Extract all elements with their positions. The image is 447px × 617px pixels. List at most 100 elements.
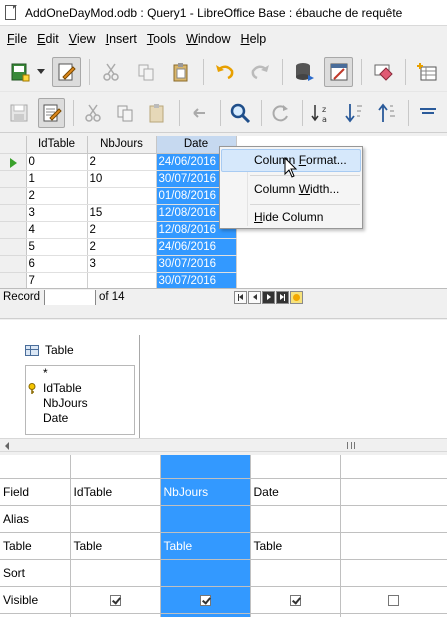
criteria-cell[interactable] xyxy=(160,613,251,617)
cell-date[interactable]: 24/06/2016 xyxy=(156,238,237,256)
cell-nbjours[interactable]: 2 xyxy=(87,221,157,239)
cell-nbjours[interactable]: 15 xyxy=(87,204,157,222)
menu-edit[interactable]: Edit xyxy=(32,27,64,51)
cell-idtable[interactable]: 2 xyxy=(26,187,88,205)
cut-button[interactable] xyxy=(96,57,125,87)
record-number-field[interactable] xyxy=(44,289,96,305)
new-document-button[interactable] xyxy=(6,57,35,87)
copy-data-button[interactable] xyxy=(112,98,138,128)
field-list-item[interactable]: Date xyxy=(43,411,134,426)
table-row[interactable]: 6 3 30/07/2016 xyxy=(0,255,237,273)
cell-nbjours[interactable]: 2 xyxy=(87,153,157,171)
menu-file[interactable]: File xyxy=(2,27,32,51)
menu-tools[interactable]: Tools xyxy=(142,27,181,51)
visible-checkbox[interactable] xyxy=(199,594,211,606)
row-selector[interactable] xyxy=(0,238,27,256)
redo-button[interactable] xyxy=(245,57,274,87)
column-header-idtable[interactable]: IdTable xyxy=(26,136,88,154)
visible-checkbox[interactable] xyxy=(109,594,121,606)
criteria-cell[interactable] xyxy=(250,613,341,617)
copy-button[interactable] xyxy=(131,57,160,87)
sort-cell[interactable] xyxy=(250,559,341,587)
visible-checkbox[interactable] xyxy=(289,594,301,606)
table-cell[interactable]: Table xyxy=(160,532,251,560)
table-window[interactable]: Table * IdTable NbJours Date xyxy=(21,335,138,435)
cell-idtable[interactable]: 3 xyxy=(26,204,88,222)
row-selector[interactable] xyxy=(0,153,27,171)
table-row[interactable]: 5 2 24/06/2016 xyxy=(0,238,237,256)
table-window-header[interactable]: Table xyxy=(21,335,138,365)
design-view-toggle-button[interactable] xyxy=(324,56,354,87)
horizontal-scrollbar[interactable] xyxy=(0,438,447,452)
scroll-left-icon[interactable] xyxy=(5,442,9,450)
menu-view[interactable]: View xyxy=(64,27,101,51)
paste-button[interactable] xyxy=(166,57,195,87)
new-record-button[interactable] xyxy=(290,290,303,304)
cell-nbjours[interactable] xyxy=(87,272,157,288)
cell-nbjours[interactable] xyxy=(87,187,157,205)
row-selector[interactable] xyxy=(0,170,27,188)
run-query-button[interactable] xyxy=(289,57,318,87)
row-selector[interactable] xyxy=(0,187,27,205)
row-selector[interactable] xyxy=(0,221,27,239)
field-cell[interactable] xyxy=(340,478,447,506)
undo-data-button[interactable] xyxy=(185,98,211,128)
sort-cell[interactable] xyxy=(160,559,251,587)
cell-date[interactable]: 30/07/2016 xyxy=(156,255,237,273)
table-row[interactable]: 4 2 12/08/2016 xyxy=(0,221,237,239)
table-row[interactable]: 3 15 12/08/2016 xyxy=(0,204,237,222)
cell-idtable[interactable]: 5 xyxy=(26,238,88,256)
visible-checkbox[interactable] xyxy=(388,594,399,606)
alias-cell[interactable] xyxy=(250,505,341,533)
alias-cell[interactable] xyxy=(70,505,161,533)
criteria-column-header[interactable] xyxy=(250,455,341,479)
cell-nbjours[interactable]: 2 xyxy=(87,238,157,256)
table-row[interactable]: 1 10 30/07/2016 xyxy=(0,170,237,188)
sort-cell[interactable] xyxy=(340,559,447,587)
last-record-button[interactable] xyxy=(276,290,289,304)
table-cell[interactable] xyxy=(340,532,447,560)
grid-corner[interactable] xyxy=(0,136,27,154)
table-row[interactable]: 2 01/08/2016 xyxy=(0,187,237,205)
table-row[interactable]: 7 30/07/2016 xyxy=(0,272,237,288)
clear-query-button[interactable] xyxy=(368,57,397,87)
cell-idtable[interactable]: 7 xyxy=(26,272,88,288)
sort-cell[interactable] xyxy=(70,559,161,587)
alias-cell[interactable] xyxy=(340,505,447,533)
table-cell[interactable]: Table xyxy=(250,532,341,560)
alias-cell[interactable] xyxy=(160,505,251,533)
cut-data-button[interactable] xyxy=(80,98,106,128)
sort-descending-button[interactable] xyxy=(341,98,367,128)
autofilter-button[interactable] xyxy=(415,98,441,128)
edit-data-button[interactable] xyxy=(38,97,65,128)
refresh-button[interactable] xyxy=(268,98,294,128)
new-document-dropdown[interactable] xyxy=(33,57,48,87)
column-header-nbjours[interactable]: NbJours xyxy=(87,136,157,154)
sort-button[interactable]: za xyxy=(309,98,335,128)
criteria-column-header[interactable] xyxy=(70,455,161,479)
edit-file-button[interactable] xyxy=(52,56,82,87)
find-record-button[interactable] xyxy=(227,98,253,128)
cell-date[interactable]: 30/07/2016 xyxy=(156,272,237,288)
save-record-button[interactable] xyxy=(6,98,32,128)
menu-item-hide-column[interactable]: Hide Column xyxy=(221,206,361,229)
cell-nbjours[interactable]: 3 xyxy=(87,255,157,273)
row-selector[interactable] xyxy=(0,255,27,273)
add-table-button[interactable] xyxy=(412,57,441,87)
criteria-cell[interactable] xyxy=(340,613,447,617)
criteria-column-header-selected[interactable] xyxy=(160,455,251,479)
cell-idtable[interactable]: 4 xyxy=(26,221,88,239)
previous-record-button[interactable] xyxy=(248,290,261,304)
table-cell[interactable]: Table xyxy=(70,532,161,560)
menu-item-column-width[interactable]: Column Width... xyxy=(221,178,361,201)
criteria-cell[interactable] xyxy=(70,613,161,617)
cell-nbjours[interactable]: 10 xyxy=(87,170,157,188)
row-selector[interactable] xyxy=(0,204,27,222)
field-list-item[interactable]: IdTable xyxy=(28,381,134,396)
cell-idtable[interactable]: 1 xyxy=(26,170,88,188)
menu-help[interactable]: Help xyxy=(236,27,272,51)
paste-data-button[interactable] xyxy=(144,98,170,128)
cell-idtable[interactable]: 0 xyxy=(26,153,88,171)
next-record-button[interactable] xyxy=(262,290,275,304)
field-list-item[interactable]: * xyxy=(43,366,134,381)
